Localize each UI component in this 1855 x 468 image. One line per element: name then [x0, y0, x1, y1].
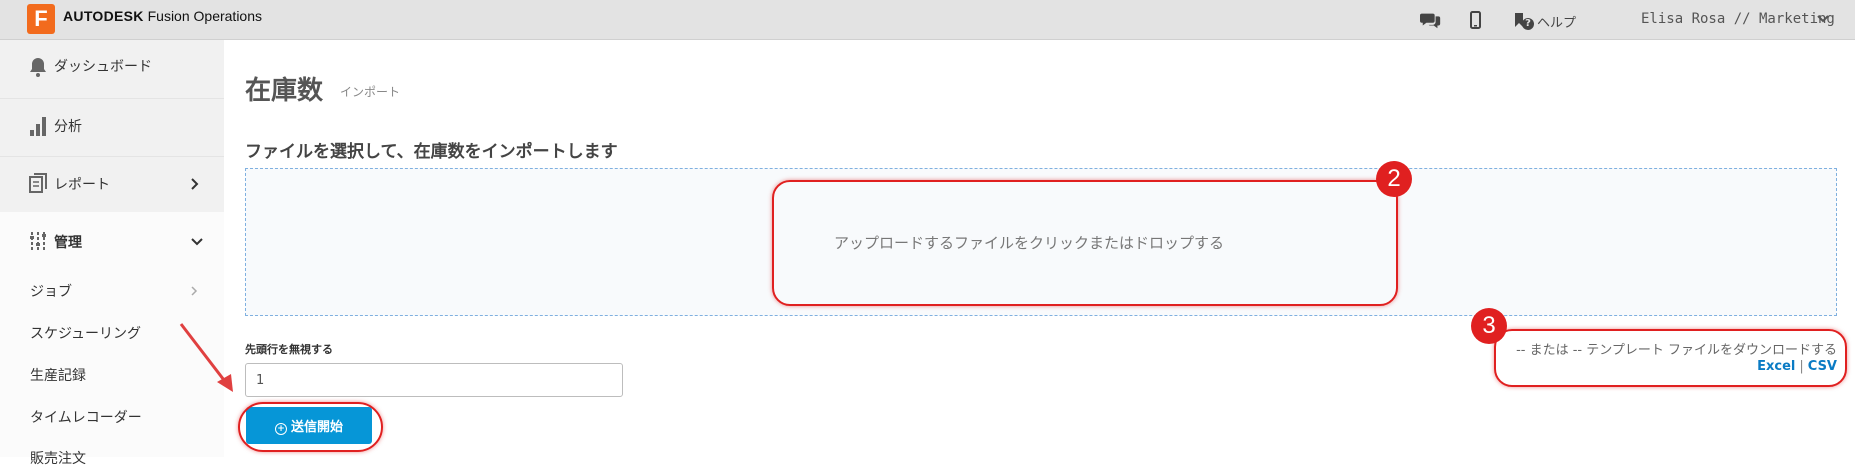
annotation-badge-2: 2: [1376, 161, 1412, 197]
sidebar-item-label: レポート: [54, 177, 110, 193]
mobile-icon[interactable]: [1464, 10, 1486, 30]
report-icon: [29, 173, 47, 193]
top-bar: F AUTODESK Fusion Operations ? ヘルプ Elisa …: [0, 0, 1855, 40]
brand-product: Fusion Operations: [147, 8, 263, 24]
help-label: ヘルプ: [1537, 16, 1577, 31]
ignore-header-label: 先頭行を無視する: [245, 343, 333, 356]
chevron-right-icon: [191, 178, 199, 190]
sidebar-item-label: 分析: [54, 119, 82, 135]
help-link[interactable]: ? ヘルプ: [1522, 12, 1576, 31]
user-menu[interactable]: Elisa Rosa // Marketing: [1641, 11, 1835, 27]
sliders-icon: [30, 232, 46, 250]
sidebar-item-dashboard[interactable]: ダッシュボード: [0, 56, 224, 86]
divider: [0, 156, 224, 157]
divider: [0, 98, 224, 99]
fusion-logo[interactable]: F: [27, 4, 55, 34]
chevron-right-icon: [191, 286, 198, 296]
sidebar-subitem-label: スケジューリング: [30, 326, 142, 342]
brand-autodesk: AUTODESK: [63, 8, 144, 24]
brand-name: AUTODESK Fusion Operations: [63, 8, 262, 24]
annotation-box-submit: [238, 402, 383, 452]
question-icon: ?: [1522, 18, 1534, 30]
sidebar-subitem-production-log[interactable]: 生産記録: [30, 365, 86, 385]
sidebar-subitem-sales-orders[interactable]: 販売注文: [30, 448, 86, 468]
sidebar-item-label: 管理: [54, 235, 82, 251]
page-subtitle: インポート: [340, 85, 401, 99]
sidebar-item-reports[interactable]: レポート: [0, 172, 224, 202]
bar-chart-icon: [30, 117, 46, 136]
sidebar-subitem-scheduling[interactable]: スケジューリング: [30, 323, 141, 343]
sidebar-subitem-label: 生産記録: [30, 368, 86, 384]
chevron-down-icon: [191, 238, 203, 246]
section-heading: ファイルを選択して、在庫数をインポートします: [245, 142, 618, 162]
sidebar-item-analytics[interactable]: 分析: [0, 114, 224, 144]
chat-icon[interactable]: [1420, 10, 1442, 30]
sidebar-subitem-label: 販売注文: [30, 451, 86, 467]
page-title: 在庫数: [245, 76, 324, 106]
annotation-box-dropzone: [772, 180, 1398, 306]
bell-icon: [30, 58, 46, 77]
annotation-arrow: [179, 323, 233, 392]
sidebar-item-label: ダッシュボード: [54, 59, 152, 75]
sidebar-subitem-label: ジョブ: [30, 284, 72, 300]
sidebar-subitem-label: タイムレコーダー: [30, 410, 142, 426]
annotation-box-template: [1494, 329, 1847, 387]
sidebar-item-manage[interactable]: 管理: [0, 230, 224, 260]
ignore-header-input[interactable]: [245, 363, 623, 397]
chevron-down-icon[interactable]: [1816, 14, 1830, 24]
sidebar-subitem-time-recorder[interactable]: タイムレコーダー: [30, 407, 142, 427]
sidebar-subitem-jobs[interactable]: ジョブ: [30, 281, 72, 301]
annotation-badge-3: 3: [1471, 308, 1507, 344]
